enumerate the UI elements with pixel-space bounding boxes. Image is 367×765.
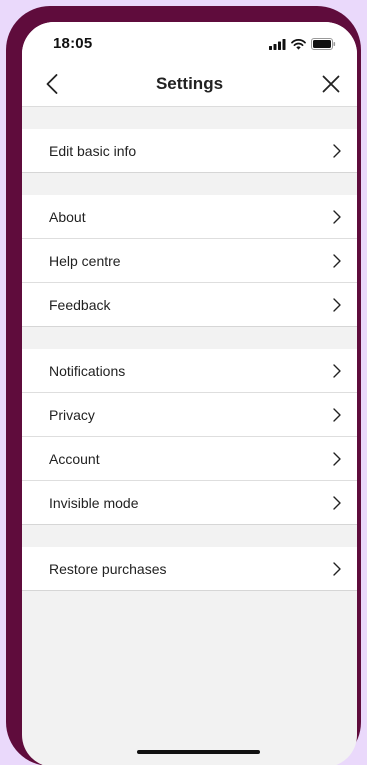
settings-item-edit-basic-info[interactable]: Edit basic info <box>22 129 357 172</box>
settings-section-purchases: Restore purchases <box>22 547 357 591</box>
settings-section-support: About Help centre Feedback <box>22 195 357 327</box>
chevron-right-icon <box>331 451 343 467</box>
settings-item-label: Privacy <box>49 406 95 423</box>
settings-item-about[interactable]: About <box>22 195 357 238</box>
settings-item-label: Restore purchases <box>49 560 167 577</box>
page-background: 18:05 Settings Edit basic info About Hel… <box>0 0 367 765</box>
settings-item-label: Notifications <box>49 362 126 379</box>
phone-frame: 18:05 Settings Edit basic info About Hel… <box>6 6 361 765</box>
status-time: 18:05 <box>53 35 93 52</box>
chevron-right-icon <box>331 143 343 159</box>
chevron-right-icon <box>331 363 343 379</box>
settings-item-label: Invisible mode <box>49 494 139 511</box>
cellular-signal-icon <box>269 37 286 55</box>
navigation-bar: Settings <box>22 62 357 107</box>
settings-item-label: About <box>49 208 86 225</box>
chevron-right-icon <box>331 253 343 269</box>
settings-item-label: Help centre <box>49 252 121 269</box>
chevron-right-icon <box>331 297 343 313</box>
close-icon <box>322 75 340 93</box>
settings-item-account[interactable]: Account <box>22 436 357 480</box>
settings-item-label: Feedback <box>49 296 111 313</box>
wifi-icon <box>291 37 306 55</box>
chevron-right-icon <box>331 209 343 225</box>
settings-section-preferences: Notifications Privacy Account Invisible … <box>22 349 357 525</box>
chevron-right-icon <box>331 561 343 577</box>
battery-icon <box>311 37 336 55</box>
chevron-right-icon <box>331 495 343 511</box>
phone-screen: 18:05 Settings Edit basic info About Hel… <box>22 22 357 765</box>
settings-list: Edit basic info About Help centre Feedba… <box>22 107 357 591</box>
settings-item-help-centre[interactable]: Help centre <box>22 238 357 282</box>
settings-item-label: Account <box>49 450 100 467</box>
close-button[interactable] <box>319 72 343 96</box>
settings-item-restore-purchases[interactable]: Restore purchases <box>22 547 357 590</box>
settings-item-invisible-mode[interactable]: Invisible mode <box>22 480 357 524</box>
settings-section-profile: Edit basic info <box>22 129 357 173</box>
page-title: Settings <box>155 74 224 93</box>
settings-item-label: Edit basic info <box>49 142 137 159</box>
settings-item-feedback[interactable]: Feedback <box>22 282 357 326</box>
settings-item-notifications[interactable]: Notifications <box>22 349 357 392</box>
home-indicator[interactable] <box>137 750 260 754</box>
status-icons <box>269 37 336 55</box>
status-bar: 18:05 <box>22 22 357 62</box>
settings-item-privacy[interactable]: Privacy <box>22 392 357 436</box>
chevron-right-icon <box>331 407 343 423</box>
